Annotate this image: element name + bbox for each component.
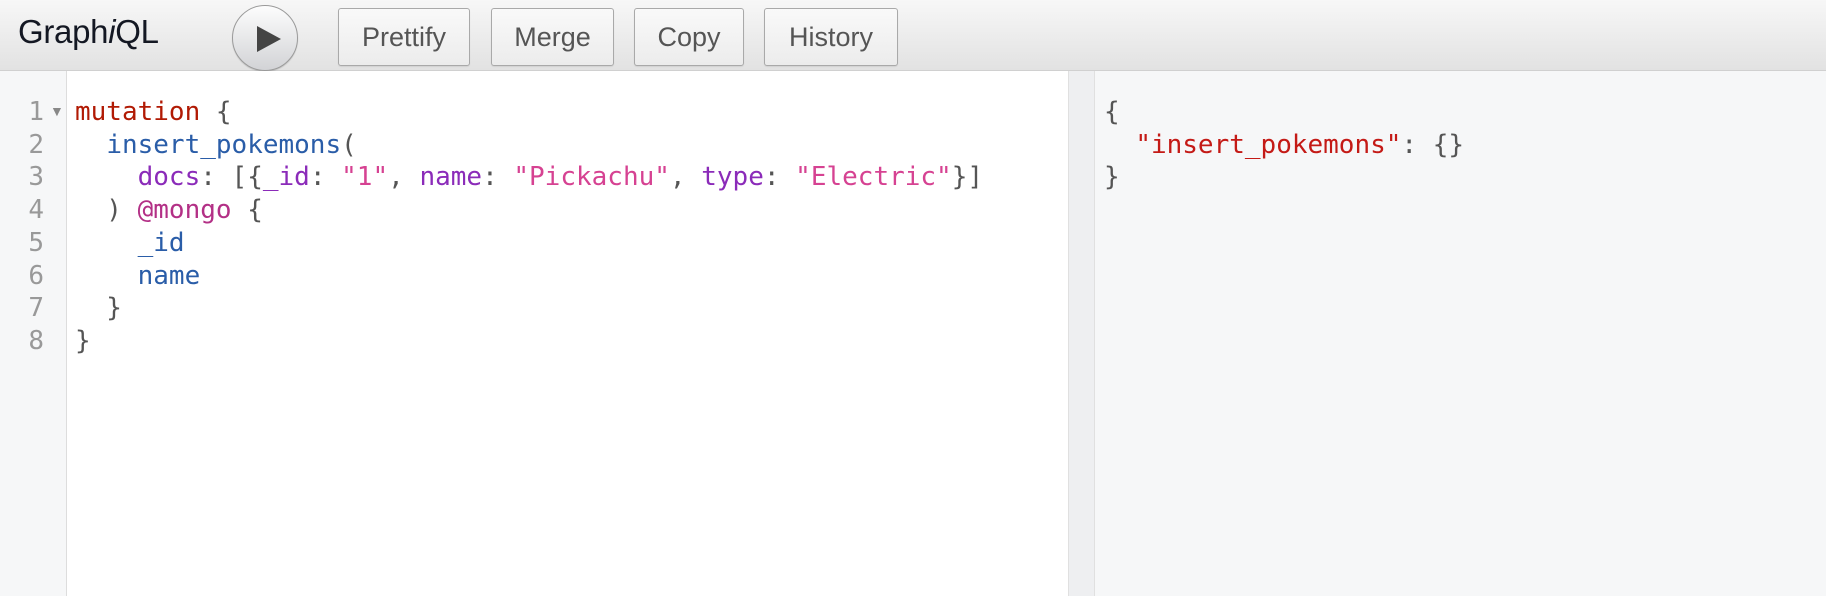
toolbar: GraphiQL Prettify Merge Copy History xyxy=(0,0,1826,71)
history-button[interactable]: History xyxy=(764,8,898,66)
prettify-button[interactable]: Prettify xyxy=(338,8,470,66)
copy-button[interactable]: Copy xyxy=(634,8,744,66)
merge-button[interactable]: Merge xyxy=(491,8,614,66)
play-icon xyxy=(257,26,281,52)
result-line: "insert_pokemons": {} xyxy=(1135,129,1465,160)
panel-divider[interactable] xyxy=(1068,71,1095,596)
app-title: GraphiQL xyxy=(18,13,159,50)
result-line: } xyxy=(1104,162,1120,193)
fold-arrow-icon[interactable]: ▼ xyxy=(50,103,64,119)
execute-button[interactable] xyxy=(232,5,298,71)
line-number: 8 xyxy=(28,325,44,356)
code-line: } xyxy=(75,325,91,356)
